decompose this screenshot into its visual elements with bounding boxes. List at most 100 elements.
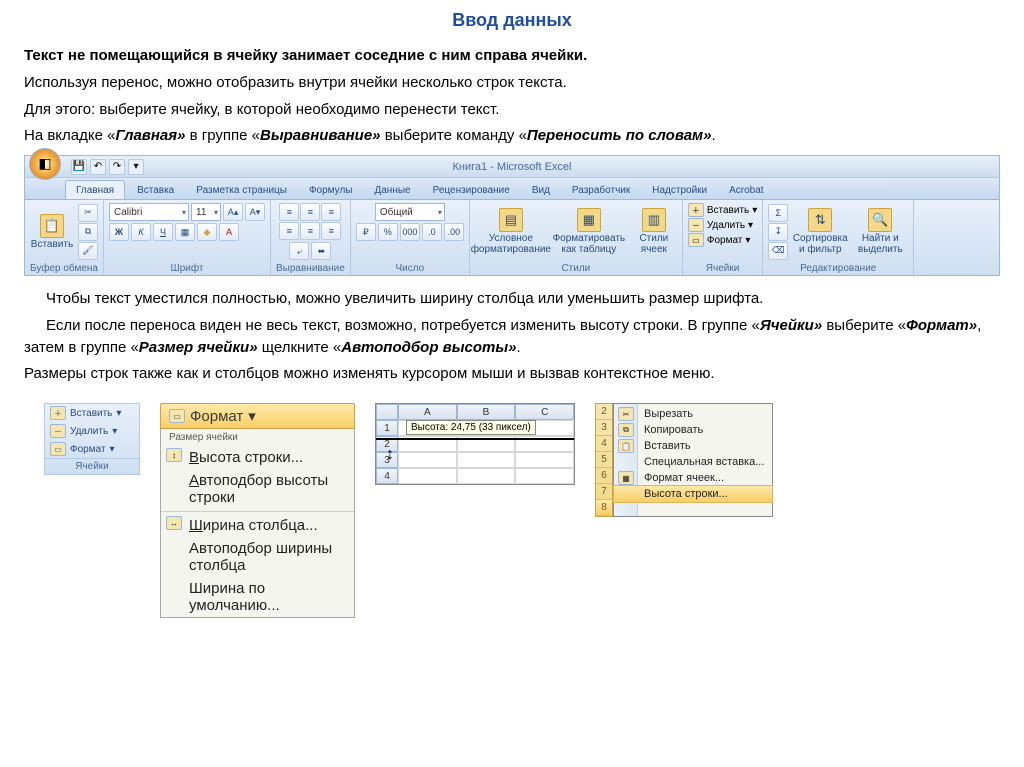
tab-acrobat[interactable]: Acrobat	[719, 181, 773, 199]
paste-button[interactable]: 📋 Вставить	[30, 214, 74, 250]
undo-icon[interactable]: ↶	[90, 159, 106, 175]
wrap-icon[interactable]: ⤶	[289, 242, 309, 260]
cell-styles-button[interactable]: ▥Стили ячеек	[631, 208, 677, 255]
qat-more-icon[interactable]: ▾	[128, 159, 144, 175]
align-right-icon[interactable]: ≡	[321, 222, 341, 240]
copy-icon[interactable]: ⧉	[78, 223, 98, 241]
select-all[interactable]	[376, 404, 398, 420]
group-label-align: Выравнивание	[276, 260, 345, 274]
align-mid-icon[interactable]: ≡	[300, 203, 320, 221]
insert-icon: ＋	[688, 203, 704, 217]
grow-font-icon[interactable]: A▴	[223, 203, 243, 221]
percent-icon[interactable]: %	[378, 223, 398, 241]
menu-row-height[interactable]: ↕Высота строки...	[161, 446, 354, 469]
cells-label: Ячейки	[45, 458, 139, 474]
format-painter-icon[interactable]: 🖌	[78, 242, 98, 260]
bold-icon[interactable]: Ж	[109, 223, 129, 241]
tab-insert[interactable]: Вставка	[127, 181, 184, 199]
sort-filter-button[interactable]: ⇅Сортировка и фильтр	[792, 208, 848, 255]
menu-default-width[interactable]: Ширина по умолчанию...	[161, 577, 354, 617]
tab-review[interactable]: Рецензирование	[423, 181, 520, 199]
delete-cells-button[interactable]: －Удалить ▾	[688, 218, 753, 232]
col-a[interactable]: A	[398, 404, 457, 420]
ctx-format-cells[interactable]: ▦Формат ячеек...	[614, 470, 772, 486]
font-name-combo[interactable]: Calibri	[109, 203, 189, 221]
row-4[interactable]: 4	[376, 468, 398, 484]
tab-addins[interactable]: Надстройки	[642, 181, 717, 199]
tab-formulas[interactable]: Формулы	[299, 181, 363, 199]
insert-button[interactable]: ＋Вставить ▾	[45, 404, 139, 422]
merge-icon[interactable]: ⬌	[311, 242, 331, 260]
currency-icon[interactable]: ₽	[356, 223, 376, 241]
group-cells: ＋Вставить ▾ －Удалить ▾ ▭Формат ▾ Ячейки	[683, 200, 763, 275]
row-header[interactable]: 6	[596, 468, 612, 484]
format-button[interactable]: ▭Формат ▾	[45, 440, 139, 458]
tab-layout[interactable]: Разметка страницы	[186, 181, 297, 199]
row-1[interactable]: 1	[376, 420, 398, 436]
ctx-copy[interactable]: ⧉Копировать	[614, 422, 772, 438]
underline-icon[interactable]: Ч	[153, 223, 173, 241]
office-button[interactable]: ◧	[29, 148, 61, 180]
clear-icon[interactable]: ⌫	[768, 242, 788, 260]
paste-icon: 📋	[618, 439, 634, 453]
para-5: Чтобы текст уместился полностью, можно у…	[24, 288, 1000, 310]
fill-icon[interactable]: ↧	[768, 223, 788, 241]
save-icon[interactable]: 💾	[71, 159, 87, 175]
worksheet-preview: A B C 1 2 3 4 Высота: 24,75 (33 пиксел) …	[375, 403, 575, 485]
fill-color-icon[interactable]: ◆	[197, 223, 217, 241]
number-format-combo[interactable]: Общий	[375, 203, 445, 221]
inc-dec-icon[interactable]: .0	[422, 223, 442, 241]
menu-col-width[interactable]: ↔Ширина столбца...	[161, 514, 354, 537]
align-center-icon[interactable]: ≡	[300, 222, 320, 240]
format-table-button[interactable]: ▦Форматировать как таблицу	[553, 208, 625, 255]
tab-data[interactable]: Данные	[364, 181, 420, 199]
format-menu: Размер ячейки ↕Высота строки... Автоподб…	[160, 429, 355, 618]
para-1: Текст не помещающийся в ячейку занимает …	[24, 45, 1000, 67]
tab-home[interactable]: Главная	[65, 180, 125, 199]
paste-icon: 📋	[40, 214, 64, 238]
ctx-paste[interactable]: 📋Вставить	[614, 438, 772, 454]
sum-icon[interactable]: Σ	[768, 204, 788, 222]
col-c[interactable]: C	[515, 404, 574, 420]
tab-dev[interactable]: Разработчик	[562, 181, 640, 199]
align-left-icon[interactable]: ≡	[279, 222, 299, 240]
col-b[interactable]: B	[457, 404, 516, 420]
context-menu-area: 2 3 4 5 6 7 8 ✂Вырезать ⧉Копировать 📋Вст…	[595, 403, 773, 517]
tab-view[interactable]: Вид	[522, 181, 560, 199]
row-header[interactable]: 3	[596, 420, 612, 436]
cut-icon[interactable]: ✂	[78, 204, 98, 222]
figures-row: ＋Вставить ▾ －Удалить ▾ ▭Формат ▾ Ячейки …	[44, 403, 1000, 618]
format-cells-button[interactable]: ▭Формат ▾	[688, 233, 751, 247]
ctx-row-height[interactable]: Высота строки...	[613, 485, 773, 503]
format-button-open[interactable]: ▭Формат ▾	[160, 403, 355, 429]
row-header[interactable]: 2	[596, 404, 612, 420]
row-header[interactable]: 7	[596, 484, 612, 500]
para-4: На вкладке «Главная» в группе «Выравнива…	[24, 125, 1000, 147]
ctx-paste-special[interactable]: Специальная вставка...	[614, 454, 772, 470]
align-top-icon[interactable]: ≡	[279, 203, 299, 221]
row-header[interactable]: 4	[596, 436, 612, 452]
sort-icon: ⇅	[808, 208, 832, 232]
delete-button[interactable]: －Удалить ▾	[45, 422, 139, 440]
menu-autofit-height[interactable]: Автоподбор высоты строки	[161, 469, 354, 509]
row-header[interactable]: 5	[596, 452, 612, 468]
row-header[interactable]: 8	[596, 500, 612, 516]
dec-dec-icon[interactable]: .00	[444, 223, 464, 241]
font-color-icon[interactable]: A	[219, 223, 239, 241]
shrink-font-icon[interactable]: A▾	[245, 203, 265, 221]
align-bot-icon[interactable]: ≡	[321, 203, 341, 221]
ctx-cut[interactable]: ✂Вырезать	[614, 406, 772, 422]
redo-icon[interactable]: ↷	[109, 159, 125, 175]
italic-icon[interactable]: К	[131, 223, 151, 241]
ribbon-tabs: Главная Вставка Разметка страницы Формул…	[25, 178, 999, 200]
menu-autofit-width[interactable]: Автоподбор ширины столбца	[161, 537, 354, 577]
menu-heading: Размер ячейки	[161, 429, 354, 446]
cond-format-button[interactable]: ▤Условное форматирование	[475, 208, 547, 255]
resize-tooltip: Высота: 24,75 (33 пиксел)	[406, 420, 536, 435]
find-select-button[interactable]: 🔍Найти и выделить	[852, 208, 908, 255]
insert-cells-button[interactable]: ＋Вставить ▾	[688, 203, 757, 217]
border-icon[interactable]: ▦	[175, 223, 195, 241]
comma-icon[interactable]: 000	[400, 223, 420, 241]
font-size-combo[interactable]: 11	[191, 203, 221, 221]
window-title: Книга1 - Microsoft Excel	[453, 161, 572, 173]
